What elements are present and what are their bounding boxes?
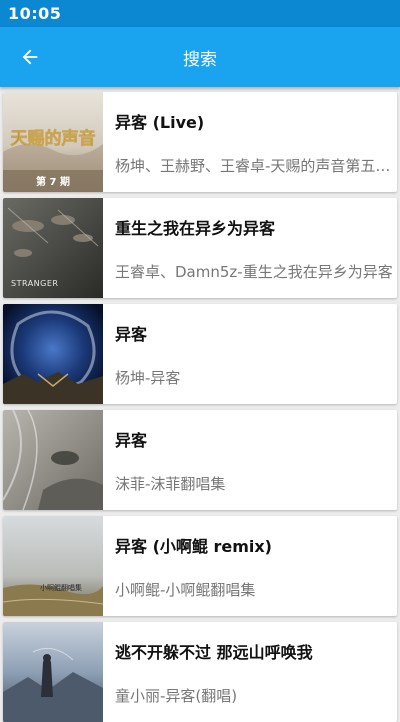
song-title: 重生之我在异乡为异客 — [115, 219, 276, 238]
cover-text: 天赐的声音 — [11, 128, 96, 149]
app-bar: 搜索 — [0, 27, 400, 87]
album-cover: 天赐的声音 第 7 期 — [3, 92, 103, 192]
arrow-back-icon — [22, 49, 38, 65]
song-artist-album: 王睿卓、Damn5z-重生之我在异乡为异客 — [115, 263, 393, 281]
song-artist-album: 杨坤、王赫野、王睿卓-天赐的声音第五季 第7期 — [115, 157, 395, 175]
album-cover — [3, 622, 103, 722]
song-title: 异客 (Live) — [115, 113, 205, 132]
song-title: 异客 — [115, 325, 148, 344]
song-title: 异客 (小啊鲲 remix) — [115, 537, 272, 556]
cover-badge: 第 7 期 — [36, 175, 70, 188]
song-artist-album: 小啊鲲-小啊鲲翻唱集 — [115, 581, 256, 599]
cover-text: STRANGER — [11, 279, 58, 288]
status-bar: 10:05 — [0, 0, 400, 27]
page-title: 搜索 — [183, 49, 217, 70]
song-artist-album: 童小丽-异客(翻唱) — [115, 687, 238, 705]
search-result-item[interactable]: 逃不开躲不过 那远山呼唤我 童小丽-异客(翻唱) — [3, 622, 397, 722]
song-title: 异客 — [115, 431, 148, 450]
search-result-item[interactable]: 异客 杨坤-异客 — [3, 304, 397, 404]
search-result-item[interactable]: STRANGER 重生之我在异乡为异客 王睿卓、Damn5z-重生之我在异乡为异… — [3, 198, 397, 298]
cover-text: 小啊鲲翻唱集 — [40, 583, 82, 592]
search-result-item[interactable]: 天赐的声音 第 7 期 异客 (Live) 杨坤、王赫野、王睿卓-天赐的声音第五… — [3, 92, 397, 192]
search-result-item[interactable]: 异客 沫菲-沫菲翻唱集 — [3, 410, 397, 510]
song-artist-album: 沫菲-沫菲翻唱集 — [115, 475, 226, 493]
album-cover — [3, 410, 103, 510]
search-result-item[interactable]: 小啊鲲翻唱集 异客 (小啊鲲 remix) 小啊鲲-小啊鲲翻唱集 — [3, 516, 397, 616]
song-title: 逃不开躲不过 那远山呼唤我 — [115, 643, 313, 662]
song-artist-album: 杨坤-异客 — [115, 369, 181, 387]
album-cover — [3, 304, 103, 404]
album-cover: 小啊鲲翻唱集 — [3, 516, 103, 616]
status-time: 10:05 — [8, 4, 62, 23]
album-cover: STRANGER — [3, 198, 103, 298]
back-button[interactable] — [12, 39, 48, 75]
